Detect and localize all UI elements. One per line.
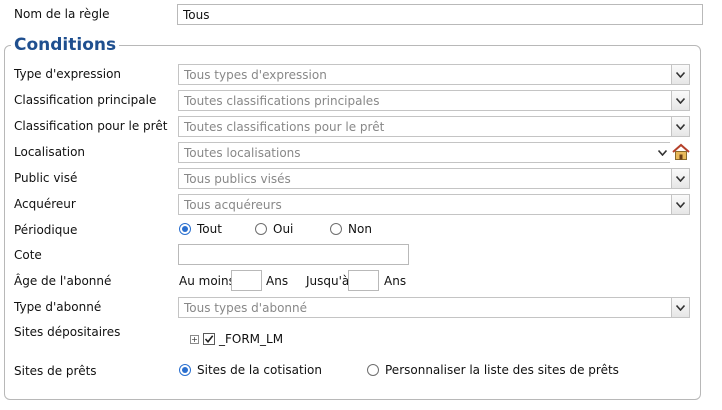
acquirer-label: Acquéreur — [14, 197, 76, 211]
expression-type-label: Type d'expression — [14, 67, 122, 81]
acquirer-value: Tous acquéreurs — [184, 197, 282, 212]
rule-name-label: Nom de la règle — [14, 7, 110, 21]
periodical-option-label: Tout — [197, 222, 222, 236]
chevron-down-icon[interactable] — [671, 169, 689, 188]
radio-button[interactable] — [179, 223, 191, 235]
age-min-label: Au moins — [179, 274, 235, 288]
location-label: Localisation — [14, 145, 86, 159]
chevron-down-icon[interactable] — [655, 142, 669, 163]
periodical-label: Périodique — [14, 223, 78, 237]
expand-icon[interactable]: + — [190, 334, 199, 344]
audience-select[interactable]: Tous publics visés — [178, 168, 690, 189]
subscriber-type-value: Tous types d'abonné — [184, 300, 307, 315]
loan-classification-select[interactable]: Toutes classifications pour le prêt — [178, 116, 690, 137]
chevron-down-icon[interactable] — [671, 195, 689, 214]
main-classification-value: Toutes classifications principales — [184, 93, 380, 108]
age-min-unit: Ans — [266, 274, 289, 288]
expression-type-value: Tous types d'expression — [184, 67, 327, 82]
main-classification-select[interactable]: Toutes classifications principales — [178, 90, 690, 111]
subscriber-type-label: Type d'abonné — [14, 300, 102, 314]
home-icon[interactable] — [671, 142, 691, 162]
cote-label: Cote — [14, 248, 42, 262]
location-value: Toutes localisations — [184, 145, 301, 160]
audience-value: Tous publics visés — [184, 171, 291, 186]
depository-site-item[interactable]: + _FORM_LM — [190, 332, 283, 346]
radio-button[interactable] — [255, 223, 267, 235]
loan-sites-option-cotisation[interactable]: Sites de la cotisation — [179, 363, 322, 377]
loan-sites-option-label: Personnaliser la liste des sites de prêt… — [385, 363, 619, 377]
loan-classification-label: Classification pour le prêt — [14, 119, 168, 133]
radio-button[interactable] — [330, 223, 342, 235]
age-min-input[interactable] — [231, 270, 262, 291]
checkbox[interactable] — [203, 333, 215, 345]
age-max-unit: Ans — [384, 274, 407, 288]
loan-sites-option-label: Sites de la cotisation — [197, 363, 322, 377]
chevron-down-icon[interactable] — [671, 117, 689, 136]
chevron-down-icon[interactable] — [671, 91, 689, 110]
location-select[interactable]: Toutes localisations — [178, 142, 670, 163]
periodical-option-non[interactable]: Non — [330, 222, 372, 236]
loan-sites-label: Sites de prêts — [14, 364, 97, 378]
periodical-option-label: Oui — [273, 222, 294, 236]
periodical-option-tout[interactable]: Tout — [179, 222, 222, 236]
subscriber-type-select[interactable]: Tous types d'abonné — [178, 297, 690, 318]
checkmark-icon — [204, 335, 214, 344]
loan-classification-value: Toutes classifications pour le prêt — [184, 119, 385, 134]
subscriber-age-label: Âge de l'abonné — [14, 274, 112, 288]
expression-type-select[interactable]: Tous types d'expression — [178, 64, 690, 85]
rule-name-input[interactable] — [177, 4, 703, 25]
chevron-down-icon[interactable] — [671, 298, 689, 317]
cote-input[interactable] — [178, 244, 409, 265]
main-classification-label: Classification principale — [14, 93, 157, 107]
loan-sites-option-custom[interactable]: Personnaliser la liste des sites de prêt… — [367, 363, 619, 377]
periodical-option-oui[interactable]: Oui — [255, 222, 293, 236]
age-max-input[interactable] — [348, 270, 379, 291]
chevron-down-icon[interactable] — [671, 65, 689, 84]
conditions-legend: Conditions — [14, 35, 117, 55]
depository-site-label: _FORM_LM — [219, 332, 284, 346]
audience-label: Public visé — [14, 171, 78, 185]
periodical-option-label: Non — [348, 222, 372, 236]
age-max-label: Jusqu'à — [306, 274, 350, 288]
radio-button[interactable] — [179, 364, 191, 376]
acquirer-select[interactable]: Tous acquéreurs — [178, 194, 690, 215]
depository-sites-label: Sites dépositaires — [14, 325, 121, 339]
radio-button[interactable] — [367, 364, 379, 376]
